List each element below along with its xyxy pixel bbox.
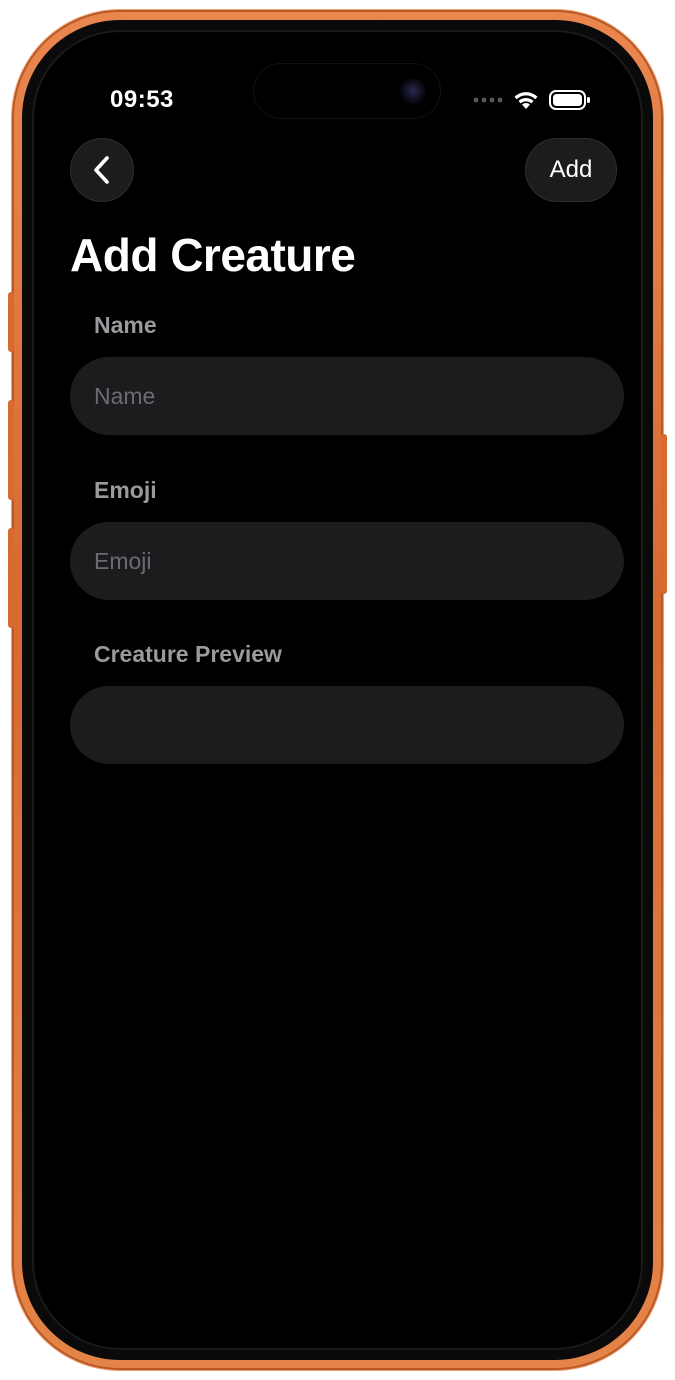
page-title: Add Creature: [70, 229, 356, 281]
dynamic-island: [254, 64, 440, 118]
back-button[interactable]: [70, 138, 134, 202]
battery-icon: [549, 90, 590, 110]
chevron-left-icon: [94, 156, 109, 184]
status-time: 09:53: [110, 86, 174, 113]
bezel: 09:53 Add Add Creature Name Name Emoji E…: [22, 20, 653, 1360]
volume-down-button: [8, 528, 14, 628]
creature-preview-box: [70, 686, 624, 764]
phone-frame: 09:53 Add Add Creature Name Name Emoji E…: [8, 10, 667, 1370]
status-icons: [473, 90, 591, 110]
creature-preview-label: Creature Preview: [94, 641, 282, 667]
name-field[interactable]: [70, 357, 624, 435]
camera-icon: [400, 78, 426, 104]
add-button[interactable]: Add: [525, 138, 617, 202]
name-label: Name: [94, 312, 157, 338]
wifi-icon: [514, 92, 538, 109]
screen: 09:53 Add Add Creature Name Name Emoji E…: [32, 30, 643, 1350]
emoji-label: Emoji: [94, 477, 157, 503]
emoji-field[interactable]: [70, 522, 624, 600]
volume-up-button: [8, 400, 14, 500]
action-button: [8, 292, 14, 352]
signal-dots-icon: [473, 97, 503, 103]
power-button: [661, 434, 667, 594]
